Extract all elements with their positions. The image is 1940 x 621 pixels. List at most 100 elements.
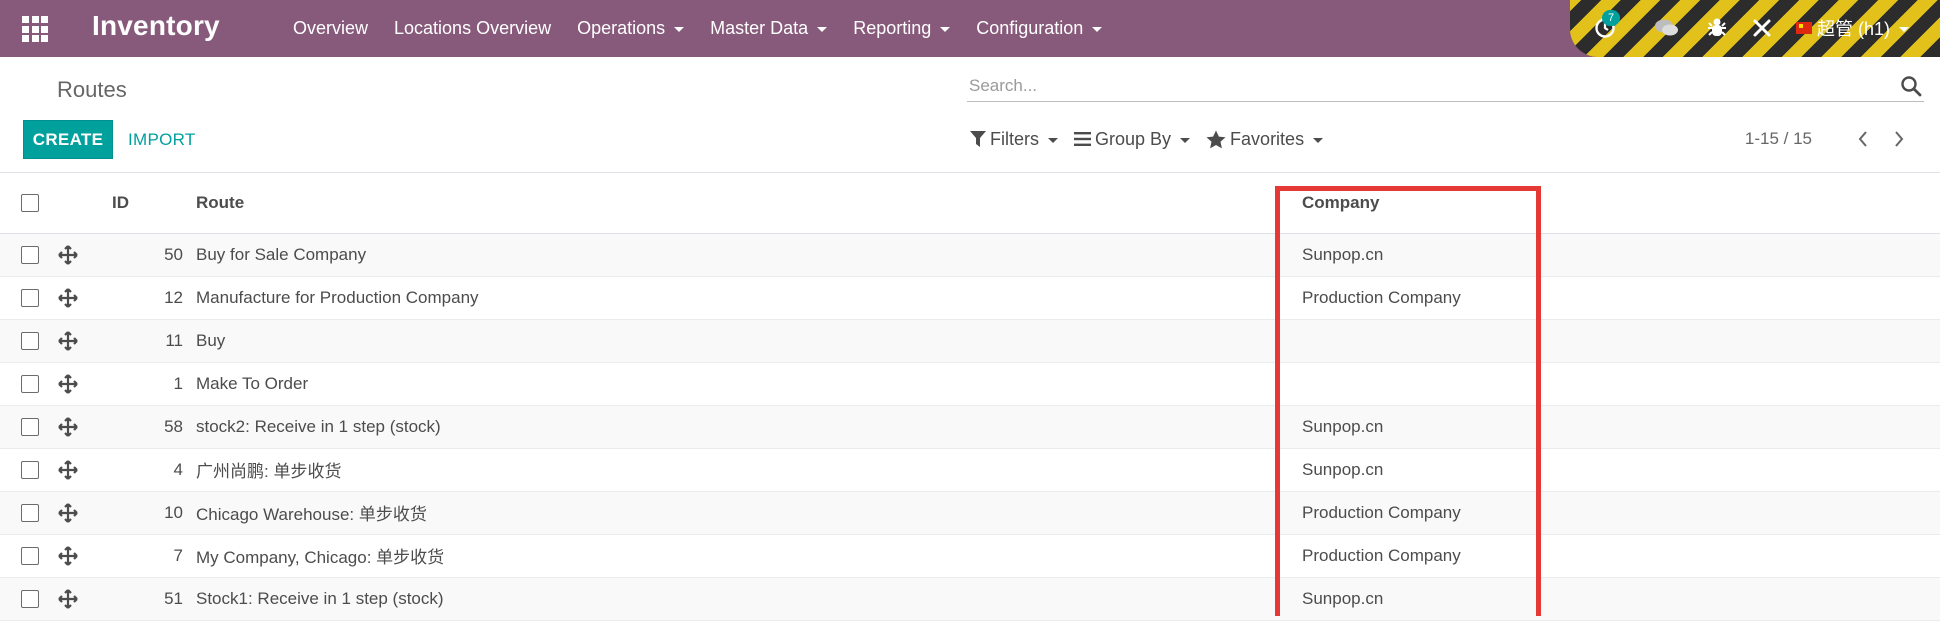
cell-route: stock2: Receive in 1 step (stock) xyxy=(196,416,441,436)
wrench-cross-icon xyxy=(1753,19,1771,37)
menu-reporting[interactable]: Reporting xyxy=(840,0,963,57)
row-checkbox[interactable] xyxy=(21,460,39,479)
menu-configuration-label: Configuration xyxy=(976,18,1084,38)
row-checkbox[interactable] xyxy=(21,417,39,436)
row-checkbox[interactable] xyxy=(21,331,39,350)
caret-down-icon xyxy=(1092,27,1103,32)
table-body: 50 Buy for Sale Company Sunpop.cn 12 Man… xyxy=(0,233,1940,620)
main-menu: Overview Locations Overview Operations M… xyxy=(280,0,1115,57)
user-menu[interactable]: 超管 (h1) xyxy=(1796,12,1936,44)
row-checkbox[interactable] xyxy=(21,503,39,522)
filters-dropdown[interactable]: Filters xyxy=(970,129,1058,150)
drag-handle-icon[interactable] xyxy=(57,502,79,524)
groupby-dropdown[interactable]: Group By xyxy=(1074,128,1191,150)
groupby-label: Group By xyxy=(1095,128,1172,149)
apps-grid-icon[interactable] xyxy=(22,16,48,42)
table-row[interactable]: 51 Stock1: Receive in 1 step (stock) Sun… xyxy=(0,577,1940,620)
tools-button[interactable] xyxy=(1745,12,1779,44)
create-button[interactable]: CREATE xyxy=(23,120,113,159)
table-row[interactable]: 7 My Company, Chicago: 单步收货 Production C… xyxy=(0,534,1940,577)
debug-button[interactable] xyxy=(1700,12,1734,44)
routes-table: ID Route Company 50 Buy for Sale Company… xyxy=(0,173,1940,621)
search-options: Filters Group By Favorites xyxy=(970,124,1339,154)
cell-id: 12 xyxy=(164,287,183,307)
list-view: ID Route Company 50 Buy for Sale Company… xyxy=(0,172,1940,620)
table-row[interactable]: 1 Make To Order xyxy=(0,362,1940,405)
cell-company xyxy=(1302,319,1940,362)
table-row[interactable]: 4 广州尚鹏: 单步收货 Sunpop.cn xyxy=(0,448,1940,491)
list-bars-icon xyxy=(1074,132,1091,146)
breadcrumb: Routes xyxy=(57,77,127,102)
cell-route: 广州尚鹏: 单步收货 xyxy=(196,462,342,481)
filter-icon xyxy=(970,131,986,147)
menu-overview-label: Overview xyxy=(293,18,369,38)
table-row[interactable]: 10 Chicago Warehouse: 单步收货 Production Co… xyxy=(0,491,1940,534)
menu-master-data[interactable]: Master Data xyxy=(697,0,840,57)
cell-id: 4 xyxy=(173,459,183,479)
caret-down-icon xyxy=(1048,137,1058,143)
menu-locations-overview[interactable]: Locations Overview xyxy=(381,0,564,57)
menu-overview[interactable]: Overview xyxy=(280,0,381,57)
activity-button[interactable]: 7 xyxy=(1588,10,1622,44)
chevron-right-icon xyxy=(1895,131,1904,147)
cell-company: Production Company xyxy=(1302,545,1461,565)
pager-next-button[interactable] xyxy=(1892,129,1906,149)
cell-id: 1 xyxy=(173,373,183,393)
cell-route: My Company, Chicago: 单步收货 xyxy=(196,548,445,567)
drag-handle-icon[interactable] xyxy=(57,330,79,352)
column-header-route[interactable]: Route xyxy=(196,173,1302,233)
cell-company: Sunpop.cn xyxy=(1302,416,1384,436)
cell-route: Buy for Sale Company xyxy=(196,244,367,264)
column-header-company[interactable]: Company xyxy=(1302,173,1940,233)
table-header-row: ID Route Company xyxy=(0,173,1940,233)
row-checkbox[interactable] xyxy=(21,546,39,565)
app-title[interactable]: Inventory xyxy=(92,10,220,42)
caret-down-icon xyxy=(1180,137,1191,143)
caret-down-icon xyxy=(1313,137,1324,143)
select-all-cell xyxy=(0,173,52,233)
row-checkbox[interactable] xyxy=(21,288,39,307)
filters-label: Filters xyxy=(990,128,1039,149)
menu-configuration[interactable]: Configuration xyxy=(963,0,1115,57)
favorites-dropdown[interactable]: Favorites xyxy=(1206,129,1324,150)
cell-company: Sunpop.cn xyxy=(1302,588,1384,608)
cell-route: Stock1: Receive in 1 step (stock) xyxy=(196,588,444,608)
drag-handle-icon[interactable] xyxy=(57,416,79,438)
cell-company: Sunpop.cn xyxy=(1302,459,1384,479)
drag-handle-icon[interactable] xyxy=(57,287,79,309)
cell-id: 58 xyxy=(164,416,183,436)
caret-down-icon xyxy=(1899,26,1910,32)
caret-down-icon xyxy=(817,27,828,32)
row-checkbox[interactable] xyxy=(21,589,39,608)
cell-company: Production Company xyxy=(1302,502,1461,522)
menu-operations[interactable]: Operations xyxy=(564,0,697,57)
pager-value[interactable]: 1-15 / 15 xyxy=(1745,129,1812,149)
import-button[interactable]: IMPORT xyxy=(128,120,196,159)
table-row[interactable]: 50 Buy for Sale Company Sunpop.cn xyxy=(0,233,1940,276)
table-row[interactable]: 58 stock2: Receive in 1 step (stock) Sun… xyxy=(0,405,1940,448)
drag-handle-icon[interactable] xyxy=(57,588,79,610)
systray: 7 超管 (h1) xyxy=(1570,0,1940,57)
chevron-left-icon xyxy=(1858,131,1867,147)
table-row[interactable]: 11 Buy xyxy=(0,319,1940,362)
search-bar xyxy=(967,72,1924,102)
cell-id: 50 xyxy=(164,244,183,264)
search-input[interactable] xyxy=(967,72,1867,100)
drag-handle-icon[interactable] xyxy=(57,545,79,567)
row-checkbox[interactable] xyxy=(21,374,39,393)
cell-id: 11 xyxy=(165,330,183,350)
search-icon[interactable] xyxy=(1900,75,1922,97)
column-header-id[interactable]: ID xyxy=(112,173,196,233)
cell-route: Chicago Warehouse: 单步收货 xyxy=(196,505,427,524)
row-checkbox[interactable] xyxy=(21,245,39,264)
select-all-checkbox[interactable] xyxy=(21,193,39,212)
drag-handle-icon[interactable] xyxy=(57,373,79,395)
user-name: 超管 (h1) xyxy=(1817,19,1891,39)
pager-previous-button[interactable] xyxy=(1856,129,1870,149)
drag-handle-icon[interactable] xyxy=(57,244,79,266)
table-row[interactable]: 12 Manufacture for Production Company Pr… xyxy=(0,276,1940,319)
star-icon xyxy=(1206,130,1226,148)
drag-handle-icon[interactable] xyxy=(57,459,79,481)
messaging-button[interactable] xyxy=(1650,12,1684,44)
activity-count-badge: 7 xyxy=(1602,10,1621,26)
